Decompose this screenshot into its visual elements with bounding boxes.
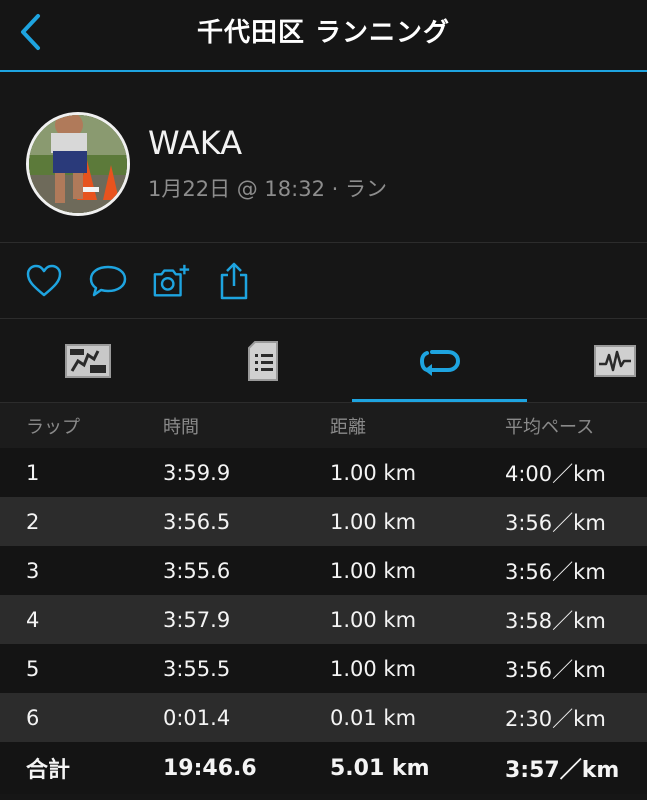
table-row[interactable]: 5 3:55.5 1.00 km 3:56／km [0, 644, 647, 693]
like-button[interactable] [24, 261, 64, 301]
lap-distance: 1.00 km [330, 460, 417, 485]
laps-icon [419, 349, 460, 376]
column-header-distance: 距離 [330, 416, 366, 438]
share-icon [220, 262, 248, 300]
table-row[interactable]: 1 3:59.9 1.00 km 4:00／km [0, 448, 647, 497]
column-header-time: 時間 [163, 416, 199, 438]
lap-time: 3:59.9 [163, 460, 231, 485]
app-header: 千代田区 ランニング [0, 0, 647, 72]
lap-time: 0:01.4 [163, 705, 231, 730]
add-photo-button[interactable] [152, 261, 192, 301]
lap-time: 3:56.5 [163, 509, 231, 534]
share-button[interactable] [214, 261, 254, 301]
lap-time: 3:57.9 [163, 607, 231, 632]
heart-icon [26, 264, 62, 297]
add-photo-icon [153, 264, 190, 297]
tab-charts[interactable] [527, 319, 647, 402]
activity-tabs [0, 319, 647, 403]
lap-number: 5 [26, 656, 40, 681]
action-bar [0, 243, 647, 319]
total-label: 合計 [26, 758, 71, 783]
lap-pace: 3:56／km [505, 559, 606, 584]
column-header-lap: ラップ [26, 416, 80, 438]
table-row[interactable]: 4 3:57.9 1.00 km 3:58／km [0, 595, 647, 644]
lap-number: 1 [26, 460, 40, 485]
map-icon [64, 343, 111, 378]
lap-distance: 1.00 km [330, 607, 417, 632]
details-icon [247, 340, 278, 381]
tab-map[interactable] [0, 319, 175, 402]
lap-time: 3:55.5 [163, 656, 231, 681]
lap-time: 3:55.6 [163, 558, 231, 583]
total-distance: 5.01 km [330, 755, 430, 781]
page-title: 千代田区 ランニング [196, 18, 451, 48]
table-row[interactable]: 3 3:55.6 1.00 km 3:56／km [0, 546, 647, 595]
avatar-photo [29, 115, 127, 213]
avatar[interactable] [26, 112, 130, 216]
comment-icon [89, 265, 127, 297]
lap-number: 6 [26, 705, 40, 730]
table-row[interactable]: 6 0:01.4 0.01 km 2:30／km [0, 693, 647, 742]
activity-profile: WAKA 1月22日 @ 18:32 · ラン [0, 72, 647, 243]
lap-pace: 3:56／km [505, 657, 606, 682]
column-header-avg-pace: 平均ペース [505, 416, 595, 438]
lap-distance: 1.00 km [330, 656, 417, 681]
lap-pace: 4:00／km [505, 461, 606, 486]
user-name: WAKA [148, 124, 243, 162]
table-row[interactable]: 2 3:56.5 1.00 km 3:56／km [0, 497, 647, 546]
lap-number: 3 [26, 558, 40, 583]
total-time: 19:46.6 [163, 755, 257, 781]
lap-pace: 3:56／km [505, 510, 606, 535]
lap-distance: 1.00 km [330, 509, 417, 534]
lap-distance: 1.00 km [330, 558, 417, 583]
comment-button[interactable] [88, 261, 128, 301]
lap-distance: 0.01 km [330, 705, 417, 730]
activity-meta: 1月22日 @ 18:32 · ラン [148, 177, 387, 201]
lap-pace: 3:58／km [505, 608, 606, 633]
chart-icon [593, 344, 636, 377]
tab-laps[interactable] [352, 319, 527, 402]
total-row: 合計 19:46.6 5.01 km 3:57／km [0, 742, 647, 794]
lap-number: 4 [26, 607, 40, 632]
total-pace: 3:57／km [505, 758, 620, 783]
lap-number: 2 [26, 509, 40, 534]
laps-table: ラップ 時間 距離 平均ペース 1 3:59.9 1.00 km 4:00／km… [0, 403, 647, 794]
lap-pace: 2:30／km [505, 706, 606, 731]
table-header: ラップ 時間 距離 平均ペース [0, 403, 647, 448]
tab-details[interactable] [175, 319, 350, 402]
